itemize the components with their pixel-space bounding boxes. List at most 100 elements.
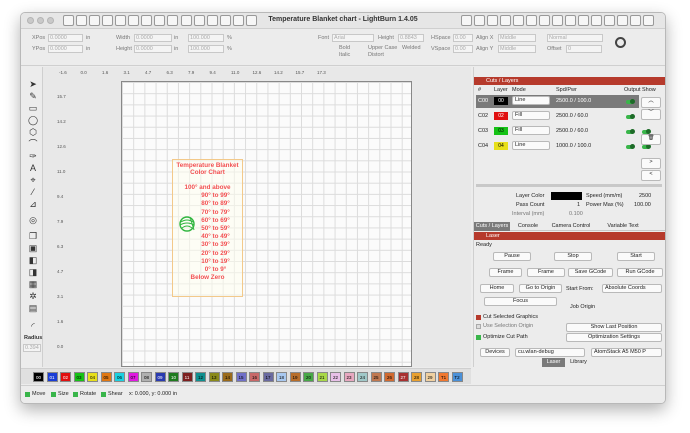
output-toggle[interactable]: [626, 129, 635, 134]
move-toggle-icon[interactable]: [25, 392, 30, 397]
select-arrow-icon[interactable]: ➤: [27, 79, 39, 89]
italic-checkbox[interactable]: Italic: [339, 52, 350, 58]
palette-swatch[interactable]: 22: [330, 372, 341, 382]
measure-icon[interactable]: ⁄: [27, 187, 39, 197]
table-scrollbar[interactable]: [476, 184, 662, 187]
palette-swatch[interactable]: 11: [181, 372, 193, 382]
stop-button[interactable]: Stop: [554, 252, 592, 261]
palette-swatch[interactable]: T2: [451, 372, 463, 382]
rotate-icon[interactable]: [539, 15, 550, 26]
style-select[interactable]: Normal: [547, 34, 603, 42]
work-area-page[interactable]: [121, 81, 412, 367]
palette-swatch[interactable]: 10: [168, 372, 179, 382]
offset-input[interactable]: 0: [566, 45, 602, 53]
power-max-value[interactable]: 100.00: [634, 202, 651, 208]
monitor-icon[interactable]: [461, 15, 472, 26]
palette-swatch[interactable]: 26: [384, 372, 395, 382]
pass-count-value[interactable]: 1: [577, 202, 580, 208]
height-input[interactable]: 0.0000: [134, 45, 172, 53]
workspace-canvas[interactable]: -1.6 0.0 1.6 3.1 4.7 6.3 7.9 9.4 11.0 12.6 14.2 15.…: [43, 67, 471, 367]
width-input[interactable]: 0.0000: [134, 34, 172, 42]
cut-layer-row[interactable]: C03 03 Fill 2500.0 / 60.0: [476, 125, 651, 138]
shear-toggle-icon[interactable]: [101, 392, 106, 397]
height-percent-input[interactable]: 100.000: [188, 45, 224, 53]
interval-value[interactable]: 0.100: [569, 211, 583, 217]
palette-swatch[interactable]: 14: [222, 372, 233, 382]
palette-swatch[interactable]: T1: [438, 372, 449, 382]
gear-icon[interactable]: [615, 37, 626, 48]
text-height-input[interactable]: 0.8843: [398, 34, 424, 42]
output-toggle[interactable]: [626, 99, 635, 104]
cut-layer-row[interactable]: C02 02 Fill 2500.0 / 60.0: [476, 110, 651, 123]
cuts-tab[interactable]: Console: [511, 222, 545, 231]
xpos-input[interactable]: 0.0000: [48, 34, 83, 42]
settings-icon[interactable]: [487, 15, 498, 26]
cut-layer-row[interactable]: C00 00 Line 2500.0 / 100.0: [476, 95, 651, 108]
palette-swatch[interactable]: 16: [249, 372, 260, 382]
delete-layer-trash-icon[interactable]: 🗑: [641, 134, 661, 145]
polygon-tool-icon[interactable]: ⬡: [27, 127, 39, 137]
palette-swatch[interactable]: 25: [370, 372, 382, 382]
focus-button[interactable]: Focus: [484, 297, 557, 306]
bold-checkbox[interactable]: Bold: [339, 45, 350, 51]
mirror-icon[interactable]: [526, 15, 537, 26]
cut-selected-checkbox[interactable]: [476, 315, 481, 320]
palette-swatch[interactable]: 01: [46, 372, 58, 382]
hspace-input[interactable]: 0.00: [453, 34, 473, 42]
grid-array-icon[interactable]: ▦: [27, 279, 39, 289]
palette-swatch[interactable]: 05: [100, 372, 112, 382]
palette-swatch[interactable]: 00: [33, 372, 44, 382]
palette-swatch[interactable]: 02: [60, 372, 71, 382]
cut-layer-row[interactable]: C04 04 Line 1000.0 / 100.0: [476, 140, 651, 153]
output-toggle[interactable]: [626, 144, 635, 149]
move-layer-down-button[interactable]: ﹀: [641, 109, 661, 120]
pen-tool-icon[interactable]: ✑: [27, 151, 39, 161]
palette-swatch[interactable]: 04: [87, 372, 98, 382]
show-last-position-button[interactable]: Show Last Position: [566, 323, 662, 332]
palette-swatch[interactable]: 08: [141, 372, 152, 382]
frame-rect-button[interactable]: Frame: [489, 268, 522, 277]
palette-swatch[interactable]: 17: [262, 372, 274, 382]
position-laser-icon[interactable]: ⌖: [27, 175, 39, 185]
next-layer-arrow-icon[interactable]: >: [641, 158, 661, 169]
flip-icon[interactable]: [513, 15, 524, 26]
output-toggle[interactable]: [626, 114, 635, 119]
palette-swatch[interactable]: 06: [114, 372, 125, 382]
align-icon[interactable]: [552, 15, 563, 26]
boolean-subtract-icon[interactable]: ◨: [27, 267, 39, 277]
font-select[interactable]: Arial: [332, 34, 374, 42]
palette-swatch[interactable]: 07: [127, 372, 139, 382]
path-tool-icon[interactable]: ⌒: [27, 139, 39, 149]
home-button[interactable]: Home: [480, 284, 514, 293]
palette-swatch[interactable]: 19: [289, 372, 301, 382]
palette-swatch[interactable]: 27: [397, 372, 409, 382]
weld-icon[interactable]: [617, 15, 628, 26]
palette-swatch[interactable]: 20: [303, 372, 314, 382]
offset-shapes-icon[interactable]: ◎: [27, 215, 39, 225]
distribute-icon[interactable]: [565, 15, 576, 26]
tabs-tool-icon[interactable]: ⊿: [27, 199, 39, 209]
job-origin-grid[interactable]: [619, 296, 643, 312]
palette-swatch[interactable]: 24: [357, 372, 368, 382]
layer-mode-select[interactable]: Fill: [512, 111, 550, 120]
grid-icon[interactable]: [630, 15, 641, 26]
size-toggle-icon[interactable]: [51, 392, 56, 397]
start-button[interactable]: Start: [617, 252, 655, 261]
aligny-select[interactable]: Middle: [498, 45, 536, 53]
ungroup-icon[interactable]: [591, 15, 602, 26]
circular-array-icon[interactable]: ✲: [27, 291, 39, 301]
optimization-settings-button[interactable]: Optimization Settings: [566, 333, 662, 342]
temperature-chart-design[interactable]: Temperature Blanket Color Chart 100° and…: [172, 159, 243, 297]
welded-checkbox[interactable]: Welded: [402, 45, 421, 51]
palette-swatch[interactable]: 12: [195, 372, 206, 382]
laser-bottom-tab[interactable]: Laser: [542, 358, 565, 367]
group-icon[interactable]: [578, 15, 589, 26]
use-selection-origin-checkbox[interactable]: [476, 324, 481, 329]
layer-mode-select[interactable]: Line: [512, 96, 550, 105]
cuts-tab[interactable]: Variable Text: [598, 222, 648, 231]
edit-nodes-icon[interactable]: ✎: [27, 91, 39, 101]
palette-swatch[interactable]: 13: [208, 372, 220, 382]
align-tool-icon[interactable]: ▤: [27, 303, 39, 313]
start-from-select[interactable]: Absolute Coords: [602, 284, 662, 293]
palette-swatch[interactable]: 21: [316, 372, 328, 382]
